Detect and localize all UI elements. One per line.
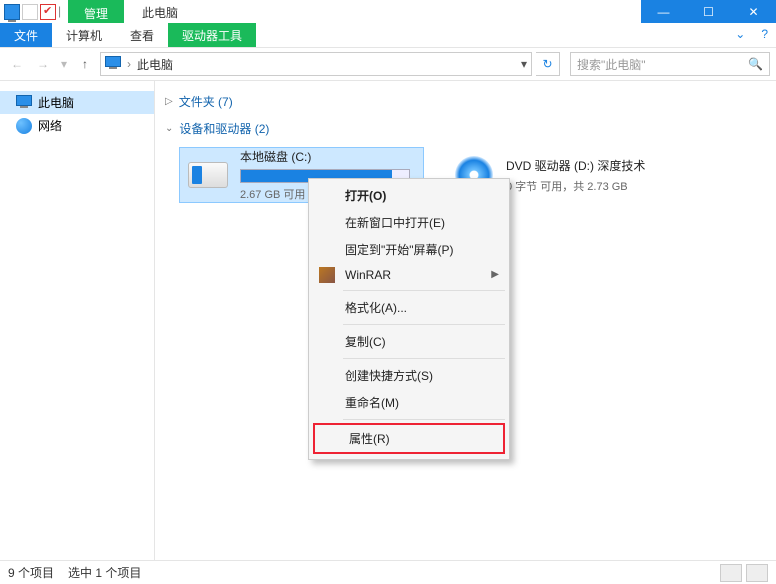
ribbon-context-tab[interactable]: 管理 [68,0,124,23]
app-icon [22,4,38,20]
refresh-button[interactable]: ↻ [536,52,560,76]
ribbon-tabs: 文件 计算机 查看 驱动器工具 ⌄ ? [0,23,776,48]
group-devices[interactable]: ⌄ 设备和驱动器 (2) [161,114,776,141]
status-bar: 9 个项目 选中 1 个项目 [0,560,776,584]
address-bar[interactable]: › 此电脑 ▾ [100,52,532,76]
menu-rename[interactable]: 重命名(M) [311,389,507,416]
system-icons: ✔ | [0,0,68,23]
tab-computer[interactable]: 计算机 [52,23,116,47]
tab-view[interactable]: 查看 [116,23,168,47]
menu-open[interactable]: 打开(O) [311,182,507,209]
breadcrumb[interactable]: 此电脑 [137,56,173,73]
chevron-right-icon: ▷ [165,96,173,107]
view-tiles-button[interactable] [746,564,768,582]
menu-separator [343,290,505,291]
menu-separator [343,358,505,359]
menu-winrar[interactable]: WinRAR ▶ [311,263,507,287]
menu-separator [343,324,505,325]
search-icon[interactable]: 🔍 [748,57,763,71]
status-item-count: 9 个项目 [8,564,54,581]
view-details-button[interactable] [720,564,742,582]
titlebar: ✔ | 管理 此电脑 — ☐ ✕ [0,0,776,23]
sidebar-item-network[interactable]: 网络 [0,114,154,137]
menu-separator [343,419,505,420]
submenu-arrow-icon: ▶ [491,269,499,280]
drive-name: 本地磁盘 (C:) [240,148,417,165]
menu-label: WinRAR [345,268,391,282]
chevron-right-icon[interactable]: › [127,57,131,71]
context-menu: 打开(O) 在新窗口中打开(E) 固定到"开始"屏幕(P) WinRAR ▶ 格… [308,178,510,460]
tab-file[interactable]: 文件 [0,23,52,47]
status-selected: 选中 1 个项目 [68,564,141,581]
pc-icon [105,56,121,72]
chevron-down-icon: ⌄ [165,123,173,134]
recent-dropdown-icon[interactable]: ▾ [58,53,70,75]
group-label: 文件夹 (7) [179,93,233,110]
up-button[interactable]: ↑ [74,53,96,75]
window-controls: — ☐ ✕ [641,0,776,23]
search-placeholder: 搜索"此电脑" [577,56,646,73]
sidebar-item-label: 此电脑 [38,94,74,111]
maximize-button[interactable]: ☐ [686,0,731,23]
winrar-icon [319,267,335,283]
search-input[interactable]: 搜索"此电脑" 🔍 [570,52,770,76]
drive-status: 0 字节 可用，共 2.73 GB [506,178,685,194]
group-folders[interactable]: ▷ 文件夹 (7) [161,87,776,114]
menu-format[interactable]: 格式化(A)... [311,294,507,321]
forward-button[interactable]: → [32,53,54,75]
menu-properties-highlight: 属性(R) [313,423,505,454]
navigation-bar: ← → ▾ ↑ › 此电脑 ▾ ↻ 搜索"此电脑" 🔍 [0,48,776,81]
menu-create-shortcut[interactable]: 创建快捷方式(S) [311,362,507,389]
pc-icon [4,4,20,20]
menu-copy[interactable]: 复制(C) [311,328,507,355]
hdd-icon [186,153,230,197]
checkbox-icon: ✔ [40,4,56,20]
sidebar: 此电脑 网络 [0,81,155,560]
drive-name: DVD 驱动器 (D:) 深度技术 [506,157,685,174]
minimize-button[interactable]: — [641,0,686,23]
tab-drive-tools[interactable]: 驱动器工具 [168,23,256,47]
menu-open-new-window[interactable]: 在新窗口中打开(E) [311,209,507,236]
sidebar-item-this-pc[interactable]: 此电脑 [0,91,154,114]
window-title: 此电脑 [124,0,196,23]
group-label: 设备和驱动器 (2) [179,120,269,137]
menu-properties[interactable]: 属性(R) [315,425,503,452]
menu-pin-start[interactable]: 固定到"开始"屏幕(P) [311,236,507,263]
pc-icon [16,95,32,111]
help-icon[interactable]: ? [753,23,776,47]
back-button[interactable]: ← [6,53,28,75]
address-dropdown-icon[interactable]: ▾ [521,57,527,71]
sidebar-item-label: 网络 [38,117,62,134]
ribbon-expand-icon[interactable]: ⌄ [727,23,753,47]
close-button[interactable]: ✕ [731,0,776,23]
network-icon [16,118,32,134]
